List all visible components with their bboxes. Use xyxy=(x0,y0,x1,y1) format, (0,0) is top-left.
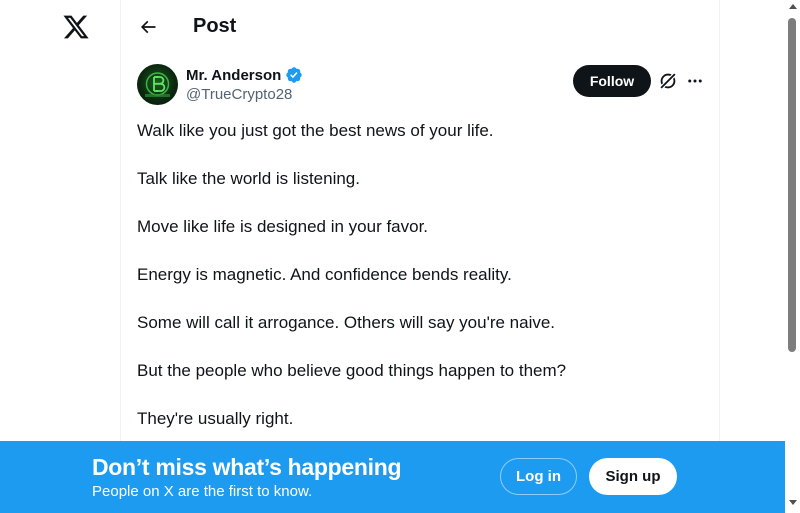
page-header: Post xyxy=(121,0,719,53)
follow-button[interactable]: Follow xyxy=(573,65,651,97)
verified-badge-icon[interactable] xyxy=(285,66,303,84)
back-button[interactable] xyxy=(135,14,161,40)
page-title: Post xyxy=(193,15,237,37)
grok-button[interactable] xyxy=(657,70,679,92)
post-text-line: They're usually right. xyxy=(137,409,294,428)
post-text-line: But the people who believe good things h… xyxy=(137,361,567,380)
avatar[interactable] xyxy=(137,64,178,105)
author-name-row: Mr. Anderson xyxy=(186,66,303,84)
signup-banner: Don’t miss what’s happening People on X … xyxy=(0,441,785,513)
author-display-name[interactable]: Mr. Anderson xyxy=(186,67,281,84)
scroll-thumb[interactable] xyxy=(788,18,796,352)
arrow-left-icon xyxy=(140,20,156,34)
more-options-button[interactable] xyxy=(684,70,706,92)
scrollbar[interactable] xyxy=(785,0,800,513)
scroll-down-arrow-icon[interactable] xyxy=(789,500,797,505)
bitcoin-avatar xyxy=(145,72,170,97)
signup-button[interactable]: Sign up xyxy=(589,458,677,495)
post-text-line: Energy is magnetic. And confidence bends… xyxy=(137,265,512,284)
more-horizontal-icon xyxy=(688,79,702,83)
scroll-up-arrow-icon[interactable] xyxy=(789,4,797,9)
post-column: Post Mr. Anderson @TrueCrypto28 Follow W… xyxy=(120,0,720,513)
post-text-line: Walk like you just got the best news of … xyxy=(137,121,494,140)
banner-title: Don’t miss what’s happening xyxy=(92,454,402,480)
post-text-line: Talk like the world is listening. xyxy=(137,169,360,188)
banner-subtitle: People on X are the first to know. xyxy=(92,483,313,500)
post-text-line: Move like life is designed in your favor… xyxy=(137,217,429,236)
grok-icon xyxy=(659,72,677,90)
author-handle[interactable]: @TrueCrypto28 xyxy=(186,86,292,103)
post-text-line: Some will call it arrogance. Others will… xyxy=(137,313,556,332)
left-rail xyxy=(0,0,120,513)
login-button[interactable]: Log in xyxy=(500,458,577,495)
x-logo-icon[interactable] xyxy=(62,13,90,41)
